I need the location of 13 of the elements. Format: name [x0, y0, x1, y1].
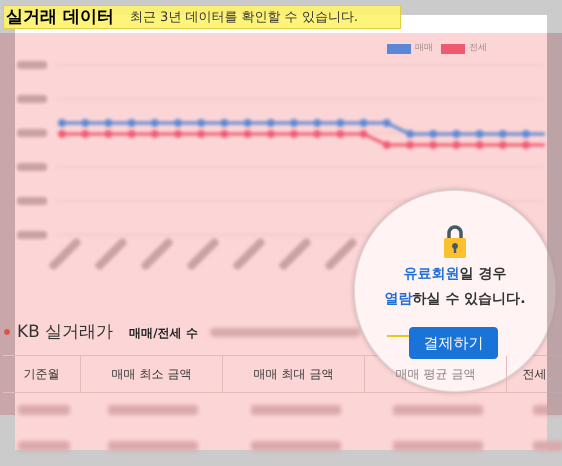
filter-label: 매매/전세 수: [129, 324, 198, 342]
subtitle: 최근 3년 데이터를 확인할 수 있습니다.: [130, 9, 358, 27]
section-title: KB 실거래가: [17, 321, 114, 344]
legend-label: 전세: [469, 42, 487, 55]
legend-label: 매매: [415, 42, 433, 55]
column-header: 매매 최소 금액: [81, 356, 223, 392]
paywall-message: 유료회원일 경우: [404, 265, 506, 284]
column-header: 기준월: [3, 356, 81, 392]
pay-button[interactable]: 결제하기: [409, 327, 498, 359]
paywall-message: 열람하실 수 있습니다.: [384, 290, 526, 309]
lock-icon: [444, 224, 466, 258]
section-title: 실거래 데이터: [6, 6, 114, 28]
column-header: 매매 최대 금액: [223, 356, 365, 392]
